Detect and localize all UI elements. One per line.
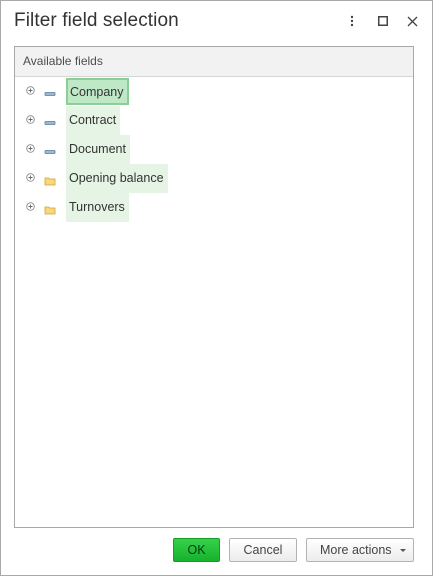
- expand-icon[interactable]: [26, 86, 35, 95]
- available-fields-panel: Available fields Company Contract Docume…: [14, 46, 414, 528]
- tree-item-label[interactable]: Turnovers: [66, 193, 129, 222]
- tree-item-label[interactable]: Document: [66, 135, 130, 164]
- ok-button-label: OK: [187, 543, 206, 557]
- tree-item-contract[interactable]: Contract: [15, 106, 413, 135]
- more-actions-label: More actions: [320, 543, 392, 557]
- close-icon[interactable]: [404, 12, 420, 30]
- maximize-icon[interactable]: [375, 12, 391, 30]
- cancel-button[interactable]: Cancel: [229, 538, 297, 562]
- cancel-button-label: Cancel: [243, 543, 283, 557]
- tree-item-turnovers[interactable]: Turnovers: [15, 193, 413, 222]
- field-icon: [44, 115, 56, 125]
- expand-icon[interactable]: [26, 173, 35, 182]
- expand-icon[interactable]: [26, 115, 35, 124]
- tree-item-opening-balance[interactable]: Opening balance: [15, 164, 413, 193]
- field-icon: [44, 86, 56, 96]
- more-actions-button[interactable]: More actions: [306, 538, 414, 562]
- tree-item-label[interactable]: Company: [66, 78, 129, 105]
- dialog-title: Filter field selection: [14, 10, 179, 31]
- filter-field-selection-dialog: Filter field selection Available fields …: [0, 0, 433, 576]
- tree-item-document[interactable]: Document: [15, 135, 413, 164]
- tree-item-label[interactable]: Contract: [66, 106, 121, 135]
- more-options-icon[interactable]: [344, 12, 360, 30]
- expand-icon[interactable]: [26, 144, 35, 153]
- folder-icon: [44, 202, 56, 215]
- ok-button[interactable]: OK: [173, 538, 220, 562]
- folder-icon: [44, 173, 56, 186]
- expand-icon[interactable]: [26, 202, 35, 211]
- field-tree: Company Contract Document Opening balanc…: [15, 77, 413, 222]
- field-icon: [44, 144, 56, 154]
- available-fields-header: Available fields: [15, 47, 413, 77]
- tree-item-label[interactable]: Opening balance: [66, 164, 168, 193]
- tree-item-company[interactable]: Company: [15, 77, 413, 106]
- chevron-down-icon: [400, 549, 406, 552]
